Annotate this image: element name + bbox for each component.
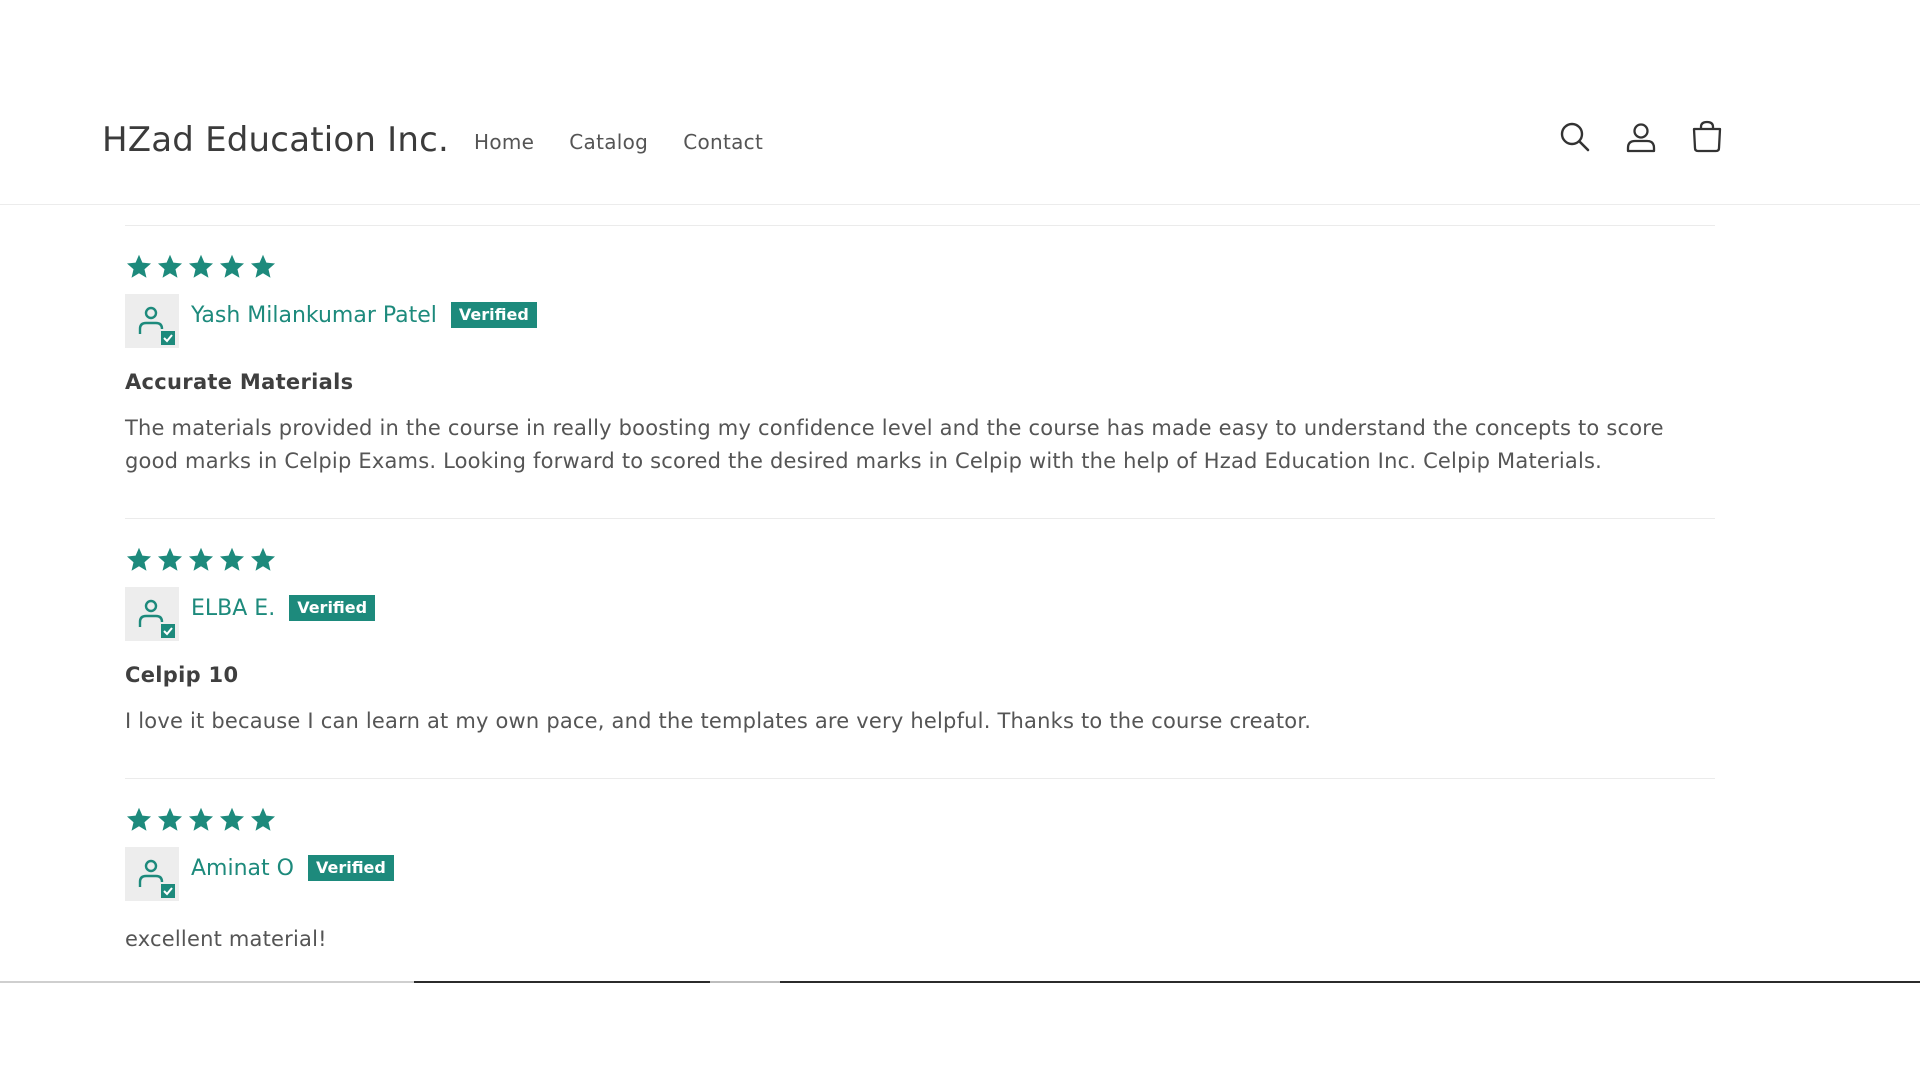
verified-badge: Verified	[289, 595, 376, 621]
cart-icon	[1692, 120, 1722, 153]
star-icon	[219, 547, 245, 571]
site-logo[interactable]: HZad Education Inc.	[102, 120, 449, 160]
star-icon	[250, 807, 276, 831]
review-author: Aminat O	[191, 855, 294, 881]
account-icon	[1626, 123, 1656, 153]
account-button[interactable]	[1624, 120, 1658, 154]
main-nav: Home Catalog Contact	[474, 130, 763, 154]
review-item: Aminat O Verified excellent material!	[125, 779, 1715, 996]
star-icon	[188, 547, 214, 571]
review-title: Celpip 10	[125, 663, 239, 687]
star-icon	[250, 254, 276, 278]
star-icon	[219, 807, 245, 831]
review-item: Yash Milankumar Patel Verified Accurate …	[125, 226, 1715, 519]
star-icon	[219, 254, 245, 278]
star-icon	[126, 254, 152, 278]
star-icon	[126, 547, 152, 571]
site-header: HZad Education Inc. Home Catalog Contact	[0, 0, 1920, 205]
verified-user-icon	[138, 859, 175, 898]
cart-button[interactable]	[1690, 120, 1724, 154]
star-icon	[157, 547, 183, 571]
verified-badge: Verified	[450, 302, 537, 328]
review-item: ELBA E. Verified Celpip 10 I love it bec…	[125, 519, 1715, 779]
nav-contact[interactable]: Contact	[683, 130, 763, 154]
star-rating	[125, 545, 1715, 575]
star-rating	[125, 805, 1715, 835]
star-rating	[125, 252, 1715, 282]
author-row: Aminat O Verified	[125, 847, 1715, 901]
review-body: I love it because I can learn at my own …	[125, 709, 1312, 733]
review-body: excellent material!	[125, 927, 327, 951]
avatar	[125, 294, 179, 348]
search-button[interactable]	[1558, 120, 1592, 154]
nav-home[interactable]: Home	[474, 130, 534, 154]
star-icon	[157, 254, 183, 278]
verified-user-icon	[138, 306, 175, 345]
avatar	[125, 847, 179, 901]
star-icon	[157, 807, 183, 831]
header-icons	[1558, 120, 1724, 154]
review-author: Yash Milankumar Patel	[191, 302, 437, 328]
bottom-divider-gap	[710, 981, 780, 983]
star-icon	[188, 807, 214, 831]
search-icon	[1560, 122, 1590, 152]
verified-badge: Verified	[307, 855, 394, 881]
author-row: ELBA E. Verified	[125, 587, 1715, 641]
review-author: ELBA E.	[191, 595, 276, 621]
star-icon	[250, 547, 276, 571]
review-title: Accurate Materials	[125, 370, 354, 394]
nav-catalog[interactable]: Catalog	[569, 130, 648, 154]
verified-user-icon	[138, 599, 175, 638]
star-icon	[188, 254, 214, 278]
reviews-list: Yash Milankumar Patel Verified Accurate …	[125, 225, 1715, 996]
author-row: Yash Milankumar Patel Verified	[125, 294, 1715, 348]
bottom-divider-dark	[414, 981, 1920, 983]
avatar	[125, 587, 179, 641]
review-body: The materials provided in the course in …	[125, 416, 1664, 473]
star-icon	[126, 807, 152, 831]
